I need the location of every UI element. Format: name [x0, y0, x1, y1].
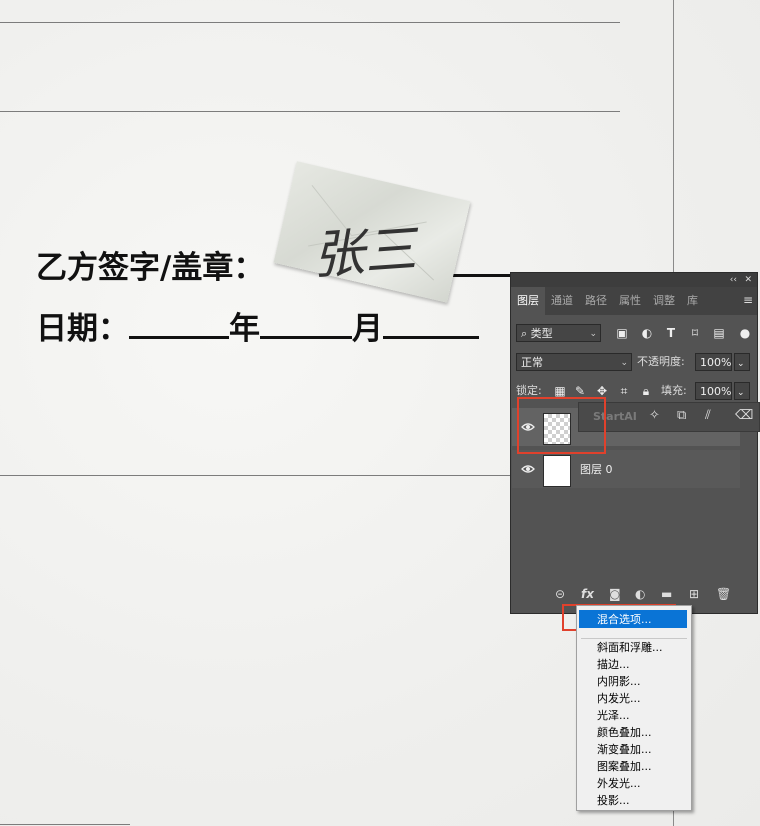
menu-item-color-overlay[interactable]: 颜色叠加...: [597, 724, 652, 741]
lock-all-icon[interactable]: 🔒︎: [639, 382, 653, 400]
stripes-icon[interactable]: ⫽: [705, 408, 711, 423]
blend-mode-select[interactable]: 正常 ⌄: [516, 353, 632, 371]
link-layers-icon[interactable]: ⊝: [555, 586, 565, 602]
annotation-box-layer: [517, 397, 606, 454]
tab-libraries[interactable]: 库: [681, 294, 704, 315]
tab-channels[interactable]: 通道: [545, 294, 579, 315]
chevron-down-icon: ⌄: [589, 329, 597, 339]
new-layer-icon[interactable]: ⊞: [689, 586, 699, 602]
signature-blank: [452, 252, 512, 277]
layer-row-layer0[interactable]: 图层 0: [512, 450, 740, 488]
magic-wand-icon[interactable]: ✧: [649, 408, 660, 423]
day-blank: [383, 314, 479, 339]
new-adjustment-icon[interactable]: ◐: [635, 586, 645, 602]
menu-item-blending-options[interactable]: 混合选项...: [597, 611, 652, 628]
layers-bottom-toolbar: ⊝ fx ◙ ◐ ▬ ⊞ 🗑︎: [511, 584, 757, 606]
rule-line-1: [0, 22, 620, 23]
close-icon[interactable]: ✕: [744, 273, 752, 287]
chevron-down-icon: ⌄: [737, 388, 745, 398]
tab-adjustments[interactable]: 调整: [647, 294, 681, 315]
panel-tabs: 图层 通道 路径 属性 调整 库 ≡: [511, 287, 757, 315]
eye-icon[interactable]: [521, 462, 535, 476]
filter-shape-icon[interactable]: ⌑: [687, 324, 703, 342]
layer-filter-select[interactable]: ⌕ 类型 ⌄: [516, 324, 601, 342]
filter-pixel-icon[interactable]: ▣: [614, 324, 630, 342]
new-group-icon[interactable]: ▬: [661, 586, 672, 602]
colon-fragment: ：: [0, 414, 17, 459]
delete-layer-icon[interactable]: 🗑︎: [716, 586, 731, 602]
add-mask-icon[interactable]: ◙: [609, 586, 621, 602]
opacity-label: 不透明度:: [637, 355, 685, 368]
month-blank: [260, 314, 352, 339]
layer-name: 图层 0: [580, 463, 613, 476]
fx-menu: 混合选项... 斜面和浮雕... 描边... 内阴影... 内发光... 光泽.…: [576, 605, 692, 811]
fill-label: 填充:: [661, 384, 687, 397]
fill-field[interactable]: 100%: [695, 382, 732, 400]
crop-icon[interactable]: ⧉: [677, 408, 686, 423]
handwritten-signature: 张三: [310, 219, 419, 287]
panel-title-bar: ‹‹ ✕: [511, 273, 757, 287]
chevron-down-icon: ⌄: [737, 359, 745, 369]
rule-line-4: [0, 824, 130, 825]
opacity-field[interactable]: 100%: [695, 353, 732, 371]
lock-artboard-icon[interactable]: ⌗: [617, 382, 631, 400]
menu-item-inner-glow[interactable]: 内发光...: [597, 690, 641, 707]
party-b-signature-label: 乙方签字/盖章：: [36, 250, 265, 286]
menu-item-satin[interactable]: 光泽...: [597, 707, 630, 724]
fill-dropdown[interactable]: ⌄: [734, 382, 750, 400]
menu-item-gradient-overlay[interactable]: 渐变叠加...: [597, 741, 652, 758]
menu-item-outer-glow[interactable]: 外发光...: [597, 775, 641, 792]
opacity-dropdown[interactable]: ⌄: [734, 353, 750, 371]
menu-item-bevel-emboss[interactable]: 斜面和浮雕...: [597, 639, 663, 656]
year-blank: [129, 314, 229, 339]
rule-line-3: [0, 475, 512, 476]
filter-smartobject-icon[interactable]: ▤: [711, 324, 727, 342]
menu-item-stroke[interactable]: 描边...: [597, 656, 630, 673]
fx-button[interactable]: fx: [581, 586, 594, 602]
eraser-icon[interactable]: ⌫: [735, 408, 753, 423]
filter-toggle-icon[interactable]: ●: [739, 324, 751, 342]
search-icon: ⌕: [521, 327, 528, 340]
filter-adjustment-icon[interactable]: ◐: [639, 324, 655, 342]
collapse-icon[interactable]: ‹‹: [730, 273, 737, 287]
filter-type-icon[interactable]: T: [663, 324, 679, 342]
tab-properties[interactable]: 属性: [613, 294, 647, 315]
tab-layers[interactable]: 图层: [511, 287, 545, 315]
chevron-down-icon: ⌄: [620, 358, 628, 368]
date-line: 日期：年月: [36, 303, 479, 348]
layer-thumbnail: [543, 455, 571, 487]
panel-menu-icon[interactable]: ≡: [743, 293, 753, 307]
menu-item-drop-shadow[interactable]: 投影...: [597, 792, 630, 809]
menu-item-inner-shadow[interactable]: 内阴影...: [597, 673, 641, 690]
tab-paths[interactable]: 路径: [579, 294, 613, 315]
rule-line-2: [0, 111, 620, 112]
menu-item-pattern-overlay[interactable]: 图案叠加...: [597, 758, 652, 775]
